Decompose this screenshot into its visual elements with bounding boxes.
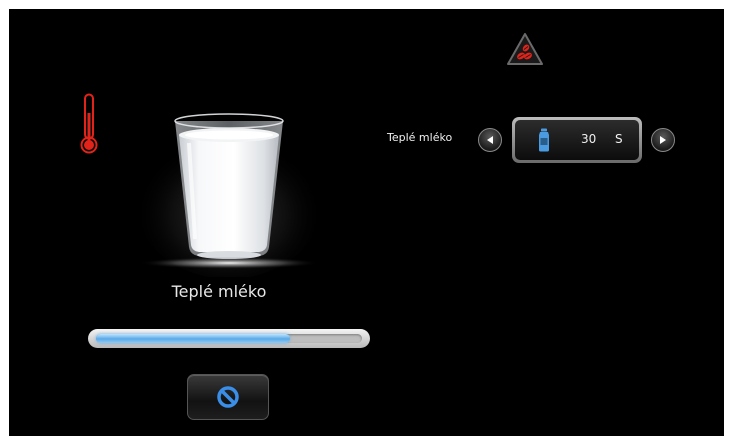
progress-bar xyxy=(88,329,370,348)
cancel-button[interactable] xyxy=(187,374,269,420)
milk-bottle-icon xyxy=(539,128,549,152)
thermometer-icon xyxy=(80,93,98,155)
arrow-left-icon xyxy=(487,136,493,144)
machine-screen: Teplé mléko Teplé mléko 30 S xyxy=(9,9,724,436)
setting-unit: S xyxy=(615,132,623,146)
setting-label: Teplé mléko xyxy=(387,131,453,144)
milk-glass-image xyxy=(119,99,339,279)
setting-value-display: 30 S xyxy=(512,117,642,163)
progress-fill xyxy=(96,334,291,343)
increase-button[interactable] xyxy=(651,128,675,152)
setting-value: 30 xyxy=(581,132,597,146)
coffee-beans-warning-icon xyxy=(506,32,544,66)
decrease-button[interactable] xyxy=(478,128,502,152)
product-name-label: Teplé mléko xyxy=(171,282,267,301)
progress-track-inner xyxy=(96,334,362,343)
arrow-right-icon xyxy=(660,136,666,144)
cancel-icon xyxy=(217,386,239,408)
setting-value-inner: 30 S xyxy=(515,120,639,160)
